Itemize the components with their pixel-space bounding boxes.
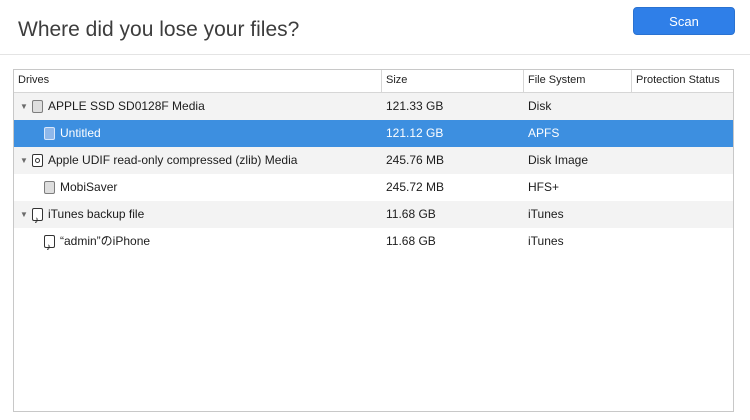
disk-image-icon <box>32 154 43 167</box>
scan-button[interactable]: Scan <box>633 7 735 35</box>
header-divider <box>0 54 750 55</box>
size-cell: 121.12 GB <box>386 126 444 140</box>
file-system-cell: HFS+ <box>528 180 560 194</box>
table-header: Drives Size File System Protection Statu… <box>14 70 733 93</box>
volume-icon <box>44 127 55 140</box>
drive-name: Apple UDIF read-only compressed (zlib) M… <box>48 153 298 167</box>
size-cell: 245.76 MB <box>386 153 445 167</box>
column-header-protection-status[interactable]: Protection Status <box>632 70 733 92</box>
file-system-cell: Disk Image <box>528 153 589 167</box>
column-header-file-system[interactable]: File System <box>524 70 632 92</box>
drive-cell: “admin”のiPhone <box>44 228 151 261</box>
size-cell: 11.68 GB <box>386 207 436 221</box>
file-system-cell: APFS <box>528 126 560 140</box>
column-header-drives[interactable]: Drives <box>14 70 382 92</box>
drive-cell: ▼ iTunes backup file <box>20 201 145 234</box>
disclosure-triangle-icon[interactable]: ▼ <box>20 201 28 228</box>
file-system-cell: iTunes <box>528 207 564 221</box>
table-row[interactable]: ▼ iTunes backup file 11.68 GB iTunes <box>14 201 733 234</box>
column-header-size[interactable]: Size <box>382 70 524 92</box>
drives-table: Drives Size File System Protection Statu… <box>13 69 734 412</box>
size-cell: 11.68 GB <box>386 234 436 248</box>
drive-name: MobiSaver <box>60 180 118 194</box>
file-system-cell: iTunes <box>528 234 564 248</box>
size-cell: 245.72 MB <box>386 180 445 194</box>
table-row[interactable]: ▼ Apple UDIF read-only compressed (zlib)… <box>14 147 733 174</box>
drive-cell: ▼ APPLE SSD SD0128F Media <box>20 93 205 120</box>
drive-name: “admin”のiPhone <box>60 234 151 248</box>
drive-cell: Untitled <box>44 120 101 147</box>
itunes-icon <box>44 234 55 261</box>
drive-name: iTunes backup file <box>48 207 145 221</box>
drive-icon <box>32 100 43 113</box>
drive-cell: ▼ Apple UDIF read-only compressed (zlib)… <box>20 147 297 174</box>
disclosure-triangle-icon[interactable]: ▼ <box>20 147 28 174</box>
volume-icon <box>44 181 55 194</box>
size-cell: 121.33 GB <box>386 99 444 113</box>
drive-name: Untitled <box>60 126 101 140</box>
page-title: Where did you lose your files? <box>18 18 300 41</box>
drive-cell: MobiSaver <box>44 174 117 201</box>
table-row-selected[interactable]: Untitled 121.12 GB APFS <box>14 120 733 147</box>
file-system-cell: Disk <box>528 99 552 113</box>
table-row[interactable]: MobiSaver 245.72 MB HFS+ <box>14 174 733 201</box>
drive-name: APPLE SSD SD0128F Media <box>48 99 205 113</box>
disclosure-triangle-icon[interactable]: ▼ <box>20 93 28 120</box>
itunes-icon <box>32 207 43 234</box>
table-row[interactable]: ▼ APPLE SSD SD0128F Media 121.33 GB Disk <box>14 93 733 120</box>
table-row[interactable]: “admin”のiPhone 11.68 GB iTunes <box>14 228 733 261</box>
